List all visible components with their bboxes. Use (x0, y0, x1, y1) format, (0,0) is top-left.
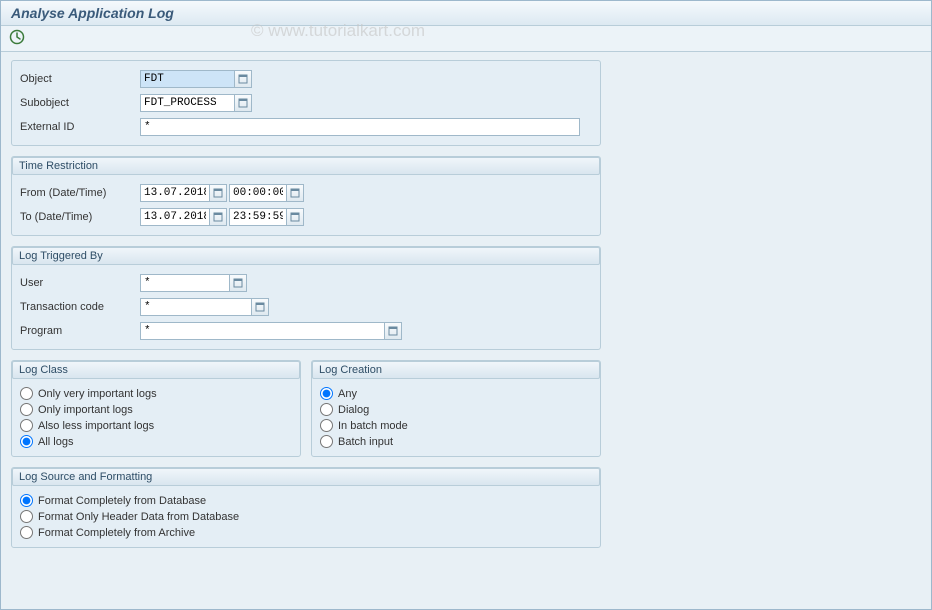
log-class-opt3: Also less important logs (38, 420, 154, 432)
tcode-label: Transaction code (20, 301, 140, 313)
log-creation-opt1: Any (338, 388, 357, 400)
log-creation-opt4: Batch input (338, 436, 393, 448)
trigger-group: Log Triggered By User Transaction code P… (11, 246, 601, 350)
from-label: From (Date/Time) (20, 187, 140, 199)
source-opt1: Format Completely from Database (38, 495, 206, 507)
log-class-radio-very-important[interactable]: Only very important logs (20, 387, 292, 400)
time-title: Time Restriction (12, 157, 600, 175)
to-label: To (Date/Time) (20, 211, 140, 223)
program-input[interactable] (140, 322, 385, 340)
to-date-input[interactable] (140, 208, 210, 226)
external-id-label: External ID (20, 121, 140, 133)
tcode-input[interactable] (140, 298, 252, 316)
log-class-title: Log Class (12, 361, 300, 379)
from-time-f4-icon[interactable] (286, 184, 304, 202)
log-creation-radio-dialog[interactable]: Dialog (320, 403, 592, 416)
page-title: Analyse Application Log (11, 5, 921, 21)
log-class-opt1: Only very important logs (38, 388, 157, 400)
log-creation-opt2: Dialog (338, 404, 369, 416)
to-time-f4-icon[interactable] (286, 208, 304, 226)
user-label: User (20, 277, 140, 289)
log-class-group: Log Class Only very important logs Only … (11, 360, 301, 457)
user-input[interactable] (140, 274, 230, 292)
log-class-radio-less-important[interactable]: Also less important logs (20, 419, 292, 432)
subobject-f4-icon[interactable] (234, 94, 252, 112)
external-id-input[interactable] (140, 118, 580, 136)
source-radio-db-complete[interactable]: Format Completely from Database (20, 494, 592, 507)
execute-icon[interactable] (9, 29, 25, 45)
log-creation-radio-batch[interactable]: In batch mode (320, 419, 592, 432)
source-radio-archive[interactable]: Format Completely from Archive (20, 526, 592, 539)
content: Object Subobject External ID Time Restri… (1, 52, 931, 566)
from-date-input[interactable] (140, 184, 210, 202)
object-input[interactable] (140, 70, 235, 88)
source-title: Log Source and Formatting (12, 468, 600, 486)
object-f4-icon[interactable] (234, 70, 252, 88)
log-class-opt2: Only important logs (38, 404, 133, 416)
to-date-f4-icon[interactable] (209, 208, 227, 226)
user-f4-icon[interactable] (229, 274, 247, 292)
log-creation-radio-any[interactable]: Any (320, 387, 592, 400)
object-label: Object (20, 73, 140, 85)
source-radio-db-header[interactable]: Format Only Header Data from Database (20, 510, 592, 523)
time-group: Time Restriction From (Date/Time) To (Da… (11, 156, 601, 236)
program-label: Program (20, 325, 140, 337)
subobject-label: Subobject (20, 97, 140, 109)
log-class-radio-all[interactable]: All logs (20, 435, 292, 448)
subobject-input[interactable] (140, 94, 235, 112)
page-header: Analyse Application Log (1, 1, 931, 26)
source-opt2: Format Only Header Data from Database (38, 511, 239, 523)
source-opt3: Format Completely from Archive (38, 527, 195, 539)
program-f4-icon[interactable] (384, 322, 402, 340)
from-date-f4-icon[interactable] (209, 184, 227, 202)
toolbar (1, 26, 931, 52)
to-time-input[interactable] (229, 208, 287, 226)
from-time-input[interactable] (229, 184, 287, 202)
log-creation-opt3: In batch mode (338, 420, 408, 432)
log-class-radio-important[interactable]: Only important logs (20, 403, 292, 416)
log-creation-title: Log Creation (312, 361, 600, 379)
filter-group: Object Subobject External ID (11, 60, 601, 146)
source-group: Log Source and Formatting Format Complet… (11, 467, 601, 548)
trigger-title: Log Triggered By (12, 247, 600, 265)
log-class-opt4: All logs (38, 436, 73, 448)
log-creation-group: Log Creation Any Dialog In batch mode Ba… (311, 360, 601, 457)
tcode-f4-icon[interactable] (251, 298, 269, 316)
two-col: Log Class Only very important logs Only … (11, 360, 921, 467)
log-creation-radio-batch-input[interactable]: Batch input (320, 435, 592, 448)
